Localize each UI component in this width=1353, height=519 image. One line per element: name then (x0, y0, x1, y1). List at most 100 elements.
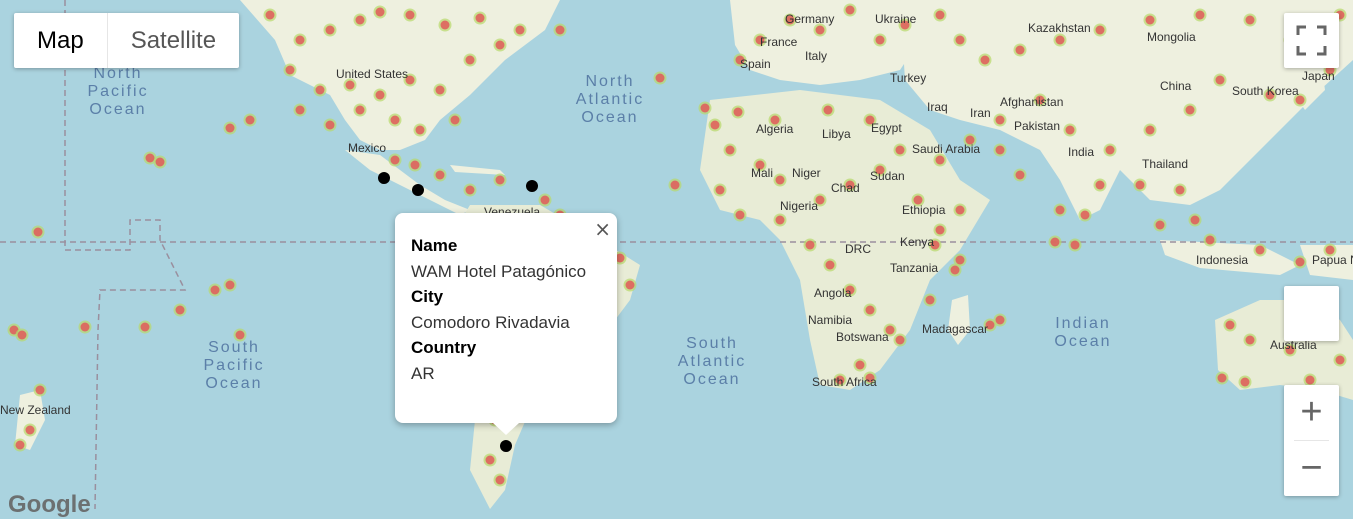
heat-spot (845, 5, 855, 15)
heat-spot (435, 170, 445, 180)
heat-spot (15, 440, 25, 450)
heat-spot (485, 455, 495, 465)
heat-spot (295, 105, 305, 115)
heat-spot (1195, 10, 1205, 20)
marker-mexico-west[interactable] (378, 172, 390, 184)
heat-spot (1225, 320, 1235, 330)
label-mongolia: Mongolia (1147, 30, 1196, 44)
label-iran: Iran (970, 106, 991, 120)
heat-spot (1295, 257, 1305, 267)
heat-spot (1015, 170, 1025, 180)
map-type-satellite-button[interactable]: Satellite (106, 13, 239, 68)
label-ethiopia: Ethiopia (902, 203, 946, 217)
heat-spot (140, 322, 150, 332)
heat-spot (865, 305, 875, 315)
heat-spot (145, 153, 155, 163)
label-pakistan: Pakistan (1014, 119, 1060, 133)
label-italy: Italy (805, 49, 827, 63)
ocean-north-pacific-3: Ocean (89, 101, 146, 118)
heat-spot (995, 115, 1005, 125)
heat-spot (1175, 185, 1185, 195)
heat-spot (440, 20, 450, 30)
heat-spot (465, 55, 475, 65)
heat-spot (515, 25, 525, 35)
ocean-indian-2: Ocean (1054, 333, 1111, 350)
marker-mexico-south[interactable] (412, 184, 424, 196)
heat-spot (155, 157, 165, 167)
info-window-content: Name WAM Hotel Patagónico City Comodoro … (411, 233, 586, 386)
label-japan: Japan (1302, 69, 1335, 83)
label-india: India (1068, 145, 1094, 159)
heat-spot (1217, 373, 1227, 383)
heat-spot (325, 120, 335, 130)
label-turkey: Turkey (890, 71, 926, 85)
heat-spot (33, 227, 43, 237)
ocean-north-atlantic-1: North (585, 73, 634, 90)
ocean-south-pacific-1: South (208, 339, 260, 356)
label-niger: Niger (792, 166, 821, 180)
heat-spot (775, 215, 785, 225)
marker-comodoro-rivadavia[interactable] (500, 440, 512, 452)
heat-spot (295, 35, 305, 45)
label-afghanistan: Afghanistan (1000, 95, 1063, 109)
zoom-in-button[interactable]: + (1284, 385, 1339, 440)
label-united-states: United States (336, 67, 408, 81)
label-france: France (760, 35, 798, 49)
heat-spot (855, 360, 865, 370)
heat-spot (1055, 35, 1065, 45)
street-view-control[interactable] (1284, 286, 1339, 341)
marker-caribbean[interactable] (526, 180, 538, 192)
heat-spot (80, 322, 90, 332)
heat-spot (935, 225, 945, 235)
label-algeria: Algeria (756, 122, 794, 136)
world-map[interactable]: United States Mexico Venezuela Germany U… (0, 0, 1353, 509)
label-botswana: Botswana (836, 330, 889, 344)
heat-spot (390, 115, 400, 125)
ocean-south-pacific-2: Pacific (203, 357, 264, 374)
heat-spot (555, 25, 565, 35)
heat-spot (625, 280, 635, 290)
heat-spot (345, 80, 355, 90)
label-germany: Germany (785, 12, 834, 26)
label-egypt: Egypt (871, 121, 902, 135)
heat-spot (1215, 75, 1225, 85)
label-mexico: Mexico (348, 141, 386, 155)
heat-spot (735, 210, 745, 220)
label-new-zealand: New Zealand (0, 403, 71, 417)
ocean-north-atlantic-3: Ocean (581, 109, 638, 126)
heat-spot (1095, 25, 1105, 35)
heat-spot (225, 280, 235, 290)
name-label: Name (411, 236, 458, 255)
info-window: × Name WAM Hotel Patagónico City Comodor… (395, 213, 617, 423)
ocean-south-atlantic-1: South (686, 335, 738, 352)
heat-spot (315, 85, 325, 95)
zoom-out-button[interactable]: − (1284, 441, 1339, 496)
heat-spot (895, 335, 905, 345)
heat-spot (1245, 335, 1255, 345)
heat-spot (375, 7, 385, 17)
heat-spot (815, 25, 825, 35)
heat-spot (955, 35, 965, 45)
map-type-map-button[interactable]: Map (14, 13, 107, 68)
heat-spot (1145, 15, 1155, 25)
heat-spot (495, 40, 505, 50)
label-chad: Chad (831, 181, 860, 195)
label-south-africa: South Africa (812, 375, 877, 389)
heat-spot (17, 330, 27, 340)
fullscreen-button[interactable] (1284, 13, 1339, 68)
label-thailand: Thailand (1142, 157, 1188, 171)
close-icon[interactable]: × (594, 217, 611, 241)
heat-spot (700, 103, 710, 113)
heat-spot (1070, 240, 1080, 250)
heat-spot (1305, 375, 1315, 385)
heat-spot (725, 145, 735, 155)
heat-spot (1205, 235, 1215, 245)
heat-spot (895, 145, 905, 155)
heat-spot (265, 10, 275, 20)
heat-spot (935, 10, 945, 20)
label-indonesia: Indonesia (1196, 253, 1248, 267)
heat-spot (805, 240, 815, 250)
fullscreen-icon (1296, 25, 1327, 56)
heat-spot (1015, 45, 1025, 55)
heat-spot (935, 155, 945, 165)
